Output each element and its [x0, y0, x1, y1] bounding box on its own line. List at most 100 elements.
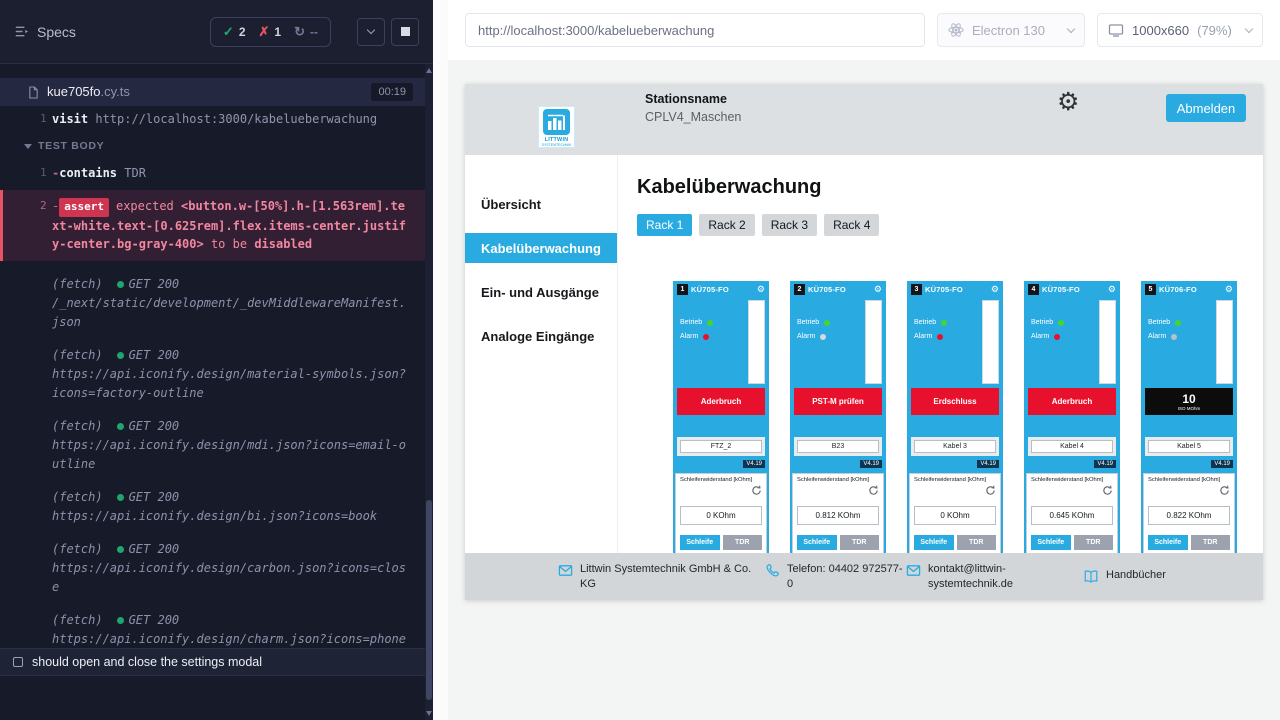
schleife-button[interactable]: Schleife [680, 535, 720, 550]
tdr-button[interactable]: TDR [957, 535, 997, 550]
cable-name: Kabel 4 [1031, 440, 1113, 453]
tdr-button[interactable]: TDR [1191, 535, 1231, 550]
alarm-row: Alarm [673, 333, 735, 340]
fetch-log-entry[interactable]: (fetch)GET 200 /_next/static/development… [0, 275, 425, 332]
panel-resizer[interactable] [433, 0, 448, 720]
tdr-button[interactable]: TDR [723, 535, 763, 550]
status-ok-dot [117, 494, 124, 501]
device-model: KÜ705-FO [1042, 285, 1105, 294]
scroll-down-arrow[interactable] [426, 711, 432, 716]
device-gear-icon[interactable]: ⚙ [991, 285, 999, 294]
scroll-up-arrow[interactable] [426, 68, 432, 73]
fetch-url: /_next/static/development/_devMiddleware… [52, 294, 411, 332]
status-ok-dot [117, 546, 124, 553]
resistance-label: Schleifenwiderstand [kOhm] [797, 477, 879, 483]
device-gear-icon[interactable]: ⚙ [1108, 285, 1116, 294]
sidebar-item[interactable]: Übersicht [465, 189, 617, 219]
rack-tab[interactable]: Rack 4 [824, 214, 879, 236]
tdr-button[interactable]: TDR [1074, 535, 1114, 550]
resistance-label: Schleifenwiderstand [kOhm] [914, 477, 996, 483]
cable-name-row: FTZ_2 [677, 437, 765, 456]
refresh-icon[interactable] [751, 485, 762, 496]
device-gear-icon[interactable]: ⚙ [874, 285, 882, 294]
version-row: V4.19 [790, 456, 886, 471]
test-icon [13, 657, 23, 667]
fetch-log-entry[interactable]: (fetch)GET 200 https://api.iconify.desig… [0, 611, 425, 649]
browser-select[interactable]: Electron 130 [937, 13, 1085, 47]
command-number: 1 [40, 110, 47, 128]
footer-email[interactable]: kontakt@littwin-systemtechnik.de [906, 562, 1028, 592]
command-visit[interactable]: 1 visit http://localhost:3000/kabelueber… [0, 106, 425, 130]
firmware-version: V4.19 [1211, 460, 1233, 468]
fetch-status: GET 200 [129, 277, 180, 291]
device-status-panel: Betrieb Alarm [1024, 298, 1120, 386]
fetch-label: (fetch) [52, 542, 103, 556]
device-status-panel: Betrieb Alarm [1141, 298, 1237, 386]
betrieb-led [824, 320, 830, 326]
device-gear-icon[interactable]: ⚙ [757, 285, 765, 294]
rack-tab[interactable]: Rack 2 [699, 214, 754, 236]
scrollbar-thumb[interactable] [426, 500, 432, 700]
rack-tab[interactable]: Rack 3 [762, 214, 817, 236]
spec-file-bar[interactable]: kue705fo.cy.ts 00:19 [0, 78, 425, 106]
viewport-select[interactable]: 1000x660 (79%) [1097, 13, 1263, 47]
refresh-icon[interactable] [1219, 485, 1230, 496]
firmware-version: V4.19 [977, 460, 999, 468]
viewport-size: 1000x660 [1132, 23, 1189, 38]
spec-name: kue705fo [47, 84, 101, 99]
sidebar-item[interactable]: Kabelüberwachung [465, 233, 617, 263]
refresh-icon[interactable] [868, 485, 879, 496]
schleife-button[interactable]: Schleife [1148, 535, 1188, 550]
collapse-button[interactable] [357, 18, 385, 46]
logout-button[interactable]: Abmelden [1166, 94, 1246, 122]
status-text: 10 [1182, 392, 1195, 406]
rack-tab[interactable]: Rack 1 [637, 214, 692, 236]
header-buttons [357, 18, 419, 46]
test-body-section[interactable]: TEST BODY [0, 140, 425, 152]
app-header: LITTWIN SYSTEMTECHNIK Stationsname CPLV4… [465, 84, 1263, 155]
footer-manuals-link[interactable]: Handbücher [1083, 568, 1166, 584]
stop-button[interactable] [391, 18, 419, 46]
chevron-down-icon [1245, 24, 1253, 32]
footer-phone[interactable]: Telefon: 04402 972577-0 [765, 562, 907, 592]
meter-strip [865, 300, 882, 384]
schleife-button[interactable]: Schleife [797, 535, 837, 550]
cable-name-row: Kabel 5 [1145, 437, 1233, 456]
rack-tabs: Rack 1 Rack 2 Rack 3 Rack 4 [637, 214, 1263, 236]
reporter-scrollbar[interactable] [425, 64, 433, 720]
test-title-bar[interactable]: should open and close the settings modal [0, 648, 425, 676]
device-number: 5 [1145, 284, 1156, 295]
command-log: 1 visit http://localhost:3000/kabelueber… [0, 106, 425, 676]
fetch-log-entry[interactable]: (fetch)GET 200 https://api.iconify.desig… [0, 540, 425, 597]
cable-name-row: Kabel 4 [1028, 437, 1116, 456]
sidebar-item[interactable]: Analoge Eingänge [465, 321, 617, 351]
url-input[interactable] [465, 13, 925, 47]
betrieb-row: Betrieb [1141, 319, 1203, 326]
assert-expected-state: disabled [254, 237, 312, 251]
device-gear-icon[interactable]: ⚙ [1225, 285, 1233, 294]
tdr-button[interactable]: TDR [840, 535, 880, 550]
fetch-url: https://api.iconify.design/carbon.json?i… [52, 559, 411, 597]
betrieb-row: Betrieb [1024, 319, 1086, 326]
main-content: Kabelüberwachung Rack 1 Rack 2 Rack 3 Ra… [618, 155, 1263, 553]
sidebar-item[interactable]: Ein- und Ausgänge [465, 277, 617, 307]
settings-gear-icon[interactable]: ⚙ [1057, 90, 1079, 115]
alarm-label: Alarm [1031, 333, 1049, 340]
schleife-button[interactable]: Schleife [1031, 535, 1071, 550]
refresh-icon[interactable] [985, 485, 996, 496]
fetch-log-entry[interactable]: (fetch)GET 200 https://api.iconify.desig… [0, 417, 425, 474]
app-body: Übersicht Kabelüberwachung Ein- und Ausg… [465, 155, 1263, 553]
phone-icon [765, 563, 780, 578]
station-label: Stationsname [645, 92, 741, 106]
betrieb-led [1058, 320, 1064, 326]
specs-button[interactable]: Specs [14, 24, 76, 40]
command-assert-failed[interactable]: 2 -assertexpected <button.w-[50%].h-[1.5… [0, 190, 425, 261]
fetch-log-entry[interactable]: (fetch)GET 200 https://api.iconify.desig… [0, 488, 425, 526]
schleife-button[interactable]: Schleife [914, 535, 954, 550]
fetch-log-entry[interactable]: (fetch)GET 200 https://api.iconify.desig… [0, 346, 425, 403]
resistance-value: 0 KOhm [680, 506, 762, 525]
refresh-icon[interactable] [1102, 485, 1113, 496]
alarm-led [937, 334, 943, 340]
betrieb-led [941, 320, 947, 326]
command-contains[interactable]: 1 -contains TDR [0, 160, 425, 184]
